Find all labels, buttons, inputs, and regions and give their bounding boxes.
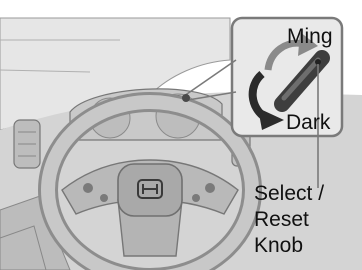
knob-label-line-1: Select /	[254, 182, 325, 205]
air-vent-left	[13, 119, 41, 169]
brighten-label: Ming	[287, 25, 333, 48]
select-reset-knob-label: Select / Reset Knob	[254, 181, 360, 259]
knob-label-line-3: Knob	[254, 234, 304, 257]
darken-label: Dark	[286, 111, 331, 134]
diagram-canvas: Ming Dark Select / Reset Knob	[0, 0, 362, 270]
knob-label-line-2: Reset	[254, 208, 309, 231]
